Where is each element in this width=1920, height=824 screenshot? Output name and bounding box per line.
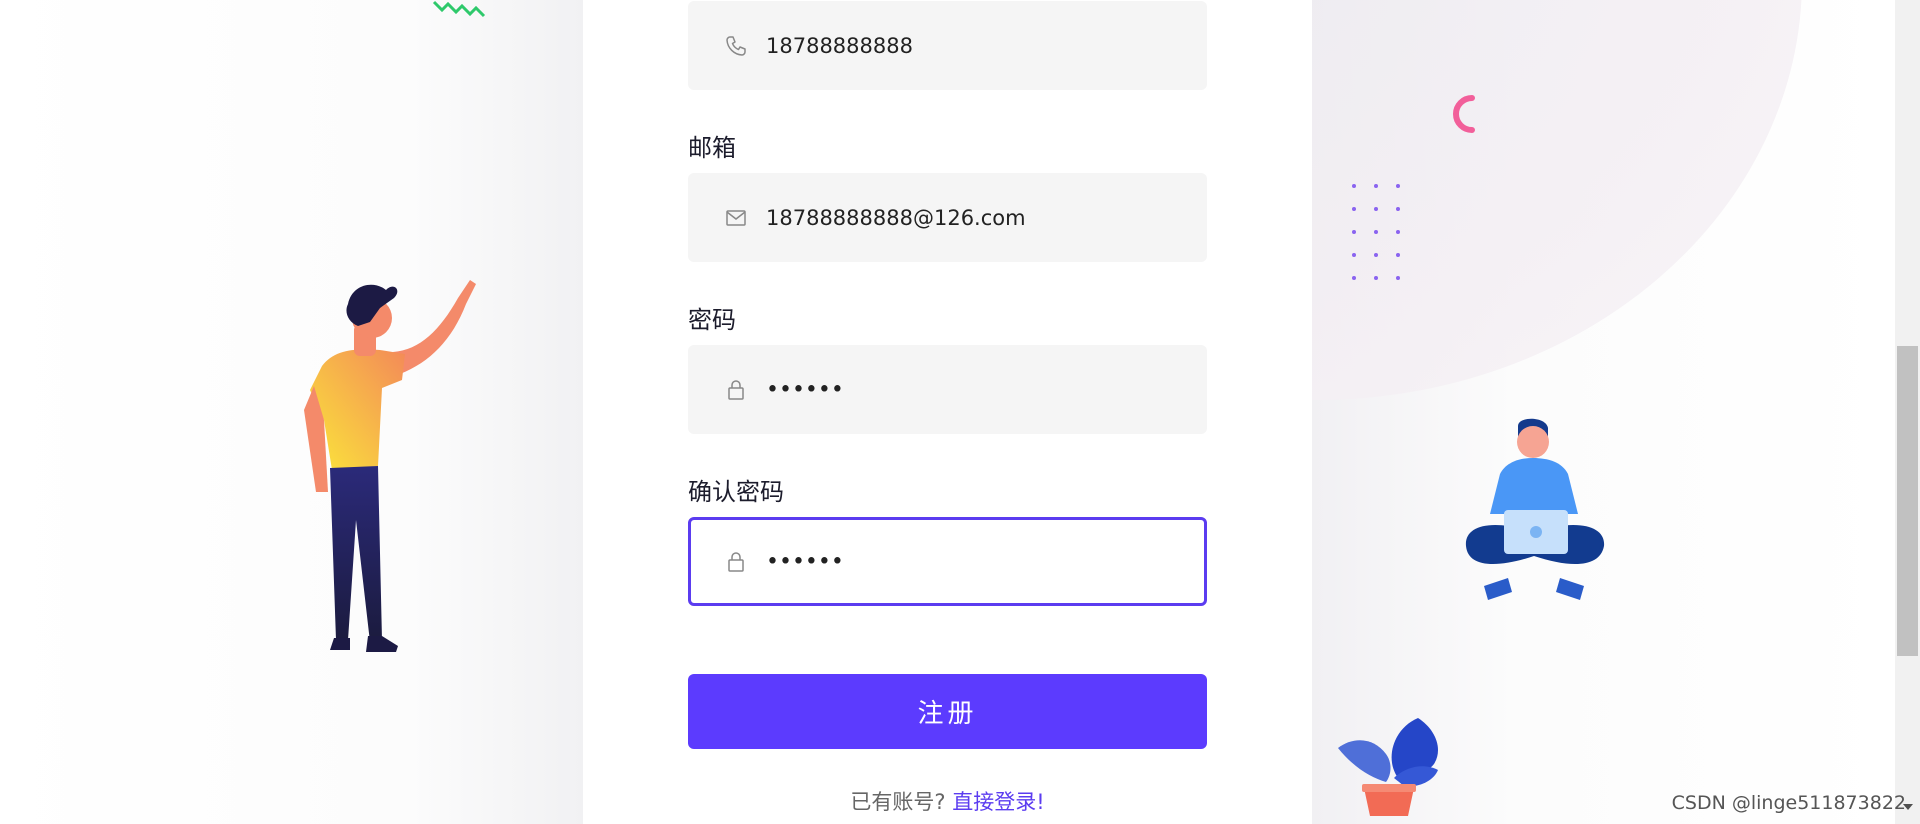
mail-icon [726, 209, 746, 226]
green-zigzag-decoration [432, 0, 486, 18]
vertical-scrollbar[interactable] [1895, 0, 1920, 824]
potted-plant-illustration [1338, 718, 1439, 816]
pointing-man-illustration [304, 280, 476, 652]
register-button[interactable]: 注册 [688, 674, 1207, 749]
phone-value: 18788888888 [766, 33, 913, 58]
sitting-man-laptop-illustration [1465, 418, 1605, 600]
dot-grid-decoration [1352, 184, 1400, 280]
login-prompt-text: 已有账号? [850, 790, 946, 814]
password-label: 密码 [688, 306, 736, 334]
right-background [1312, 0, 1895, 824]
email-field[interactable]: 18788888888@126.com [688, 173, 1207, 262]
confirm-password-field[interactable]: •••••• [688, 517, 1207, 606]
csdn-watermark: CSDN @linge511873822 [1671, 792, 1906, 814]
login-link[interactable]: 直接登录! [952, 790, 1044, 814]
login-prompt-line: 已有账号? 直接登录! [688, 786, 1207, 816]
email-label: 邮箱 [688, 134, 736, 162]
scrollbar-thumb[interactable] [1897, 346, 1918, 656]
email-value: 18788888888@126.com [766, 205, 1026, 230]
lock-icon [728, 379, 744, 400]
password-field[interactable]: •••••• [688, 345, 1207, 434]
confirm-password-value: •••••• [766, 549, 844, 574]
pink-arc-decoration [1453, 95, 1475, 133]
phone-field[interactable]: 18788888888 [688, 1, 1207, 90]
left-background [0, 0, 583, 824]
password-value: •••••• [766, 377, 844, 402]
confirm-password-label: 确认密码 [688, 478, 784, 506]
phone-icon [726, 35, 746, 56]
lock-icon [728, 551, 744, 572]
